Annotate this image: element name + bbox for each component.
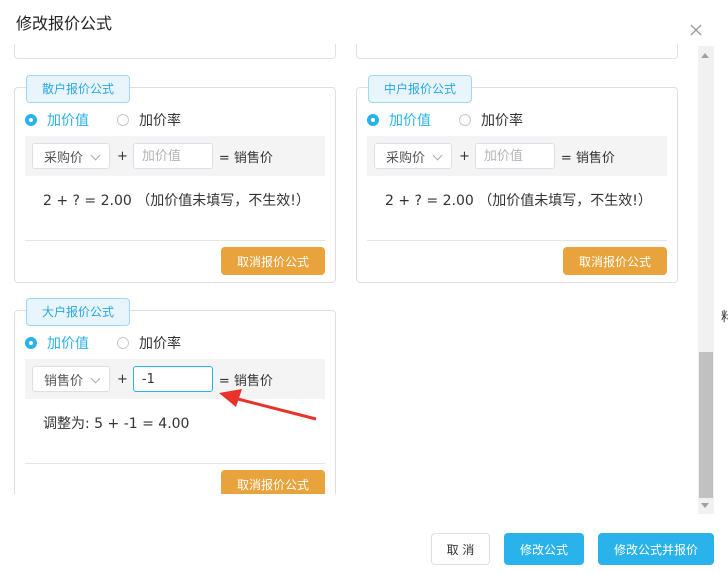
cancel-formula-button[interactable]: 取消报价公式 <box>563 247 667 275</box>
select-value: 销售价 <box>44 373 84 389</box>
card-tag: 中户报价公式 <box>368 75 473 103</box>
radio-unchecked-icon <box>459 114 471 126</box>
chevron-down-icon <box>432 150 443 161</box>
plus-sign: + <box>459 148 470 164</box>
background-page-text: 料 <box>721 310 728 325</box>
card-medium-formula: 中户报价公式 加价值 加价率 采购价 + = 销售价 <box>356 75 678 283</box>
radio-label: 加价率 <box>481 113 523 129</box>
radio-unchecked-icon <box>117 337 129 349</box>
base-price-select[interactable]: 采购价 <box>32 143 110 169</box>
radio-label: 加价值 <box>389 113 431 129</box>
card-large-formula: 大户报价公式 加价值 加价率 销售价 + = 销售价 <box>14 298 336 494</box>
cancel-formula-button[interactable]: 取消报价公式 <box>221 247 325 275</box>
radio-checked-icon <box>25 337 37 349</box>
plus-sign: + <box>117 371 128 387</box>
markup-type-radio-group: 加价值 加价率 <box>25 333 209 353</box>
radio-markup-value[interactable]: 加价值 <box>25 333 89 353</box>
formula-scroll-area[interactable]: 散户报价公式 加价值 加价率 采购价 + = 销售价 <box>0 44 700 494</box>
dialog-title: 修改报价公式 <box>16 14 113 33</box>
chevron-down-icon <box>90 373 101 384</box>
markup-value-input[interactable] <box>474 143 555 169</box>
formula-result: 2 + ? = 2.00 （加价值未填写，不生效!） <box>385 193 652 209</box>
card-retail-formula: 散户报价公式 加价值 加价率 采购价 + = 销售价 <box>14 75 336 283</box>
equals-label: = 销售价 <box>218 373 273 389</box>
markup-value-input[interactable] <box>132 366 213 392</box>
card-tag: 大户报价公式 <box>26 298 131 326</box>
base-price-select[interactable]: 采购价 <box>374 143 452 169</box>
markup-type-radio-group: 加价值 加价率 <box>25 110 209 130</box>
radio-markup-rate[interactable]: 加价率 <box>459 110 523 130</box>
radio-markup-rate[interactable]: 加价率 <box>117 333 181 353</box>
radio-label: 加价值 <box>47 336 89 352</box>
cancel-button[interactable]: 取 消 <box>431 533 490 565</box>
card-tag: 散户报价公式 <box>26 75 131 103</box>
radio-checked-icon <box>25 114 37 126</box>
radio-unchecked-icon <box>117 114 129 126</box>
scrollbar-thumb[interactable] <box>699 352 713 498</box>
radio-markup-value[interactable]: 加价值 <box>25 110 89 130</box>
modify-formula-and-quote-button[interactable]: 修改公式并报价 <box>598 533 714 565</box>
previous-card-bottom <box>356 44 678 59</box>
formula-result: 调整为: 5 + -1 = 4.00 <box>43 416 190 432</box>
markup-type-radio-group: 加价值 加价率 <box>367 110 551 130</box>
plus-sign: + <box>117 148 128 164</box>
formula-row: 销售价 + = 销售价 <box>25 359 325 399</box>
markup-value-input[interactable] <box>132 143 213 169</box>
modify-formula-button[interactable]: 修改公式 <box>504 533 584 565</box>
radio-label: 加价值 <box>47 113 89 129</box>
base-price-select[interactable]: 销售价 <box>32 366 110 392</box>
cancel-formula-button[interactable]: 取消报价公式 <box>221 470 325 494</box>
radio-markup-rate[interactable]: 加价率 <box>117 110 181 130</box>
radio-checked-icon <box>367 114 379 126</box>
formula-row: 采购价 + = 销售价 <box>367 136 667 176</box>
formula-row: 采购价 + = 销售价 <box>25 136 325 176</box>
vertical-scrollbar[interactable] <box>698 46 714 514</box>
equals-label: = 销售价 <box>560 150 615 166</box>
divider <box>25 463 325 464</box>
divider <box>25 240 325 241</box>
scroll-up-icon[interactable] <box>701 53 709 58</box>
chevron-down-icon <box>90 150 101 161</box>
select-value: 采购价 <box>386 150 426 166</box>
previous-card-bottom <box>14 44 336 59</box>
select-value: 采购价 <box>44 150 84 166</box>
divider <box>367 240 667 241</box>
equals-label: = 销售价 <box>218 150 273 166</box>
edit-quote-formula-dialog: 修改报价公式 散户报价公式 加价值 加价率 采购价 + 加价值 = 销售价 2 … <box>0 0 728 573</box>
radio-markup-value[interactable]: 加价值 <box>367 110 431 130</box>
radio-label: 加价率 <box>139 336 181 352</box>
radio-label: 加价率 <box>139 113 181 129</box>
scroll-down-icon[interactable] <box>701 503 709 508</box>
close-icon[interactable] <box>688 22 704 38</box>
formula-result: 2 + ? = 2.00 （加价值未填写，不生效!） <box>43 193 310 209</box>
